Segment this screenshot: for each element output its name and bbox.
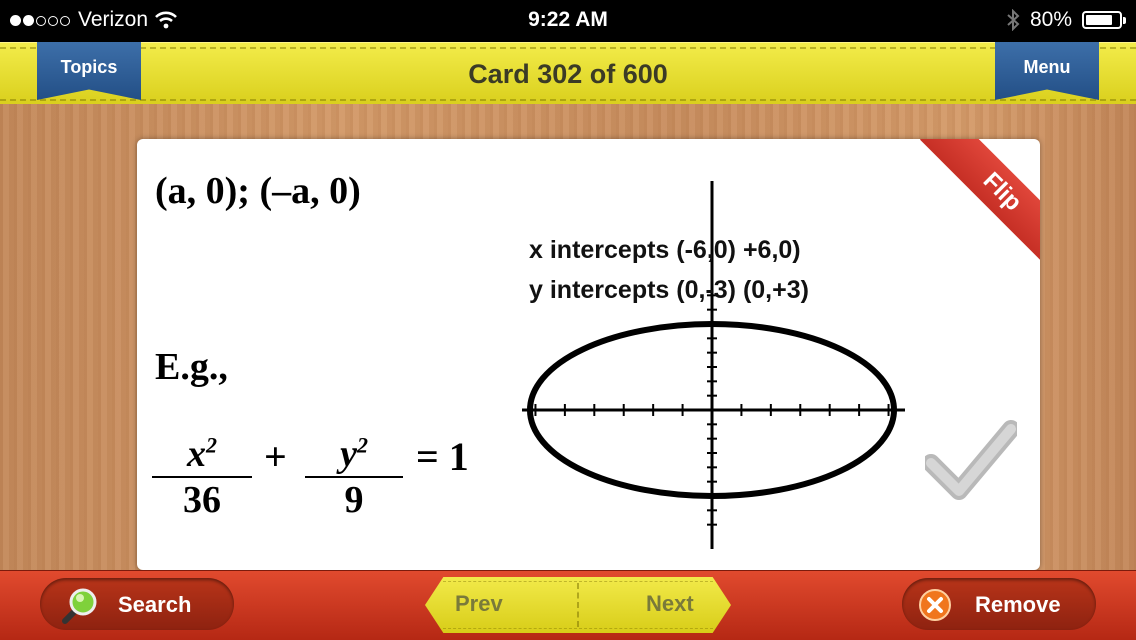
next-button[interactable]: Next xyxy=(646,591,694,617)
intercepts-labels: x intercepts (-6,0) +6,0) y intercepts (… xyxy=(529,230,809,310)
equals-one: = 1 xyxy=(416,434,469,479)
nav-divider xyxy=(577,583,579,627)
flip-button[interactable]: Flip xyxy=(915,139,1040,264)
search-icon xyxy=(62,588,97,624)
battery-icon xyxy=(1082,11,1126,29)
fraction-y-term: y2 9 xyxy=(305,432,403,522)
plus-sign: + xyxy=(264,434,287,479)
card-counter-title: Card 302 of 600 xyxy=(468,59,668,89)
header-stitch-top xyxy=(0,47,1136,49)
prev-next-control: Prev Next xyxy=(425,577,731,633)
remove-button[interactable]: Remove xyxy=(902,578,1096,630)
flip-label: Flip xyxy=(919,139,1040,264)
header-stitch-bottom xyxy=(0,99,1136,101)
denominator-36: 36 xyxy=(183,479,221,521)
intercepts-answer: (a, 0); (–a, 0) xyxy=(155,170,361,212)
topics-label: Topics xyxy=(60,57,118,77)
header-bar: Card 302 of 600 xyxy=(0,42,1136,106)
y-intercepts-label: y intercepts (0,-3) (0,+3) xyxy=(529,276,809,304)
bottom-toolbar: Search Prev Next Remove xyxy=(0,570,1136,640)
bluetooth-icon xyxy=(1007,9,1020,31)
clock: 9:22 AM xyxy=(528,8,608,31)
menu-label: Menu xyxy=(1023,57,1071,77)
status-bar: Verizon 9:22 AM 80% xyxy=(0,0,1136,42)
battery-percent: 80% xyxy=(1029,8,1072,31)
search-label: Search xyxy=(118,592,192,617)
fraction-x-term: x2 36 xyxy=(152,432,252,522)
example-label: E.g., xyxy=(155,346,228,388)
battery-fill xyxy=(1086,15,1112,25)
denominator-9: 9 xyxy=(344,479,364,521)
remove-label: Remove xyxy=(975,592,1061,617)
checkmark-icon[interactable] xyxy=(925,419,1017,501)
numerator-x: x2 xyxy=(187,432,217,475)
prev-button[interactable]: Prev xyxy=(455,591,503,617)
search-button[interactable]: Search xyxy=(40,578,234,630)
numerator-y: y2 xyxy=(340,432,368,475)
status-right: 80% xyxy=(1006,8,1126,32)
close-icon xyxy=(919,589,951,621)
flashcard[interactable]: (a, 0); (–a, 0) E.g., x2 36 + y2 9 = 1 x… xyxy=(137,139,1040,570)
x-intercepts-label: x intercepts (-6,0) +6,0) xyxy=(529,236,801,264)
